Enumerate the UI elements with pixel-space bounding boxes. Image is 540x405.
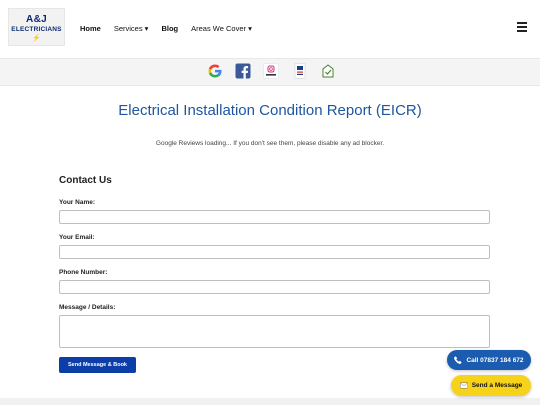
main-nav: Home Services ▾ Blog Areas We Cover ▾ xyxy=(80,24,252,33)
phone-field[interactable] xyxy=(59,280,490,294)
message-label: Message / Details: xyxy=(59,304,116,311)
send-message-button[interactable]: Send Message & Book xyxy=(59,357,136,373)
email-label: Your Email: xyxy=(59,234,95,241)
phone-label: Phone Number: xyxy=(59,269,108,276)
envelope-icon xyxy=(459,382,468,389)
site-header: A&J ELECTRICIANS ⚡ Home Services ▾ Blog … xyxy=(0,0,540,58)
social-bar xyxy=(0,58,540,86)
nav-item-blog[interactable]: Blog xyxy=(161,24,178,33)
message-field[interactable] xyxy=(59,315,490,348)
call-button-label: Call 07837 184 672 xyxy=(466,356,524,364)
footer-strip xyxy=(0,398,540,405)
instagram-icon[interactable] xyxy=(263,63,279,79)
page-title: Electrical Installation Condition Report… xyxy=(118,102,422,119)
checkatrade-icon[interactable] xyxy=(292,63,308,79)
email-field[interactable] xyxy=(59,245,490,259)
lightning-bolt-icon: ⚡ xyxy=(32,34,41,42)
message-button-label: Send a Message xyxy=(471,382,523,389)
send-message-floating-button[interactable]: Send a Message xyxy=(451,375,531,396)
hamburger-menu-icon[interactable] xyxy=(517,22,527,32)
google-reviews-note: Google Reviews loading... If you don't s… xyxy=(155,140,385,147)
name-field[interactable] xyxy=(59,210,490,224)
nav-item-areas[interactable]: Areas We Cover ▾ xyxy=(191,24,252,33)
facebook-icon[interactable] xyxy=(235,63,251,79)
call-button[interactable]: Call 07837 184 672 xyxy=(447,350,531,370)
nav-item-services[interactable]: Services ▾ xyxy=(114,24,149,33)
site-logo[interactable]: A&J ELECTRICIANS ⚡ xyxy=(8,8,65,46)
nav-item-home[interactable]: Home xyxy=(80,24,101,33)
trustmark-icon[interactable] xyxy=(320,63,336,79)
contact-heading: Contact Us xyxy=(59,175,112,186)
phone-icon xyxy=(454,356,462,364)
name-label: Your Name: xyxy=(59,199,95,206)
logo-line-1: A&J xyxy=(26,14,47,25)
google-icon[interactable] xyxy=(207,63,223,79)
logo-line-2: ELECTRICIANS xyxy=(11,26,62,33)
